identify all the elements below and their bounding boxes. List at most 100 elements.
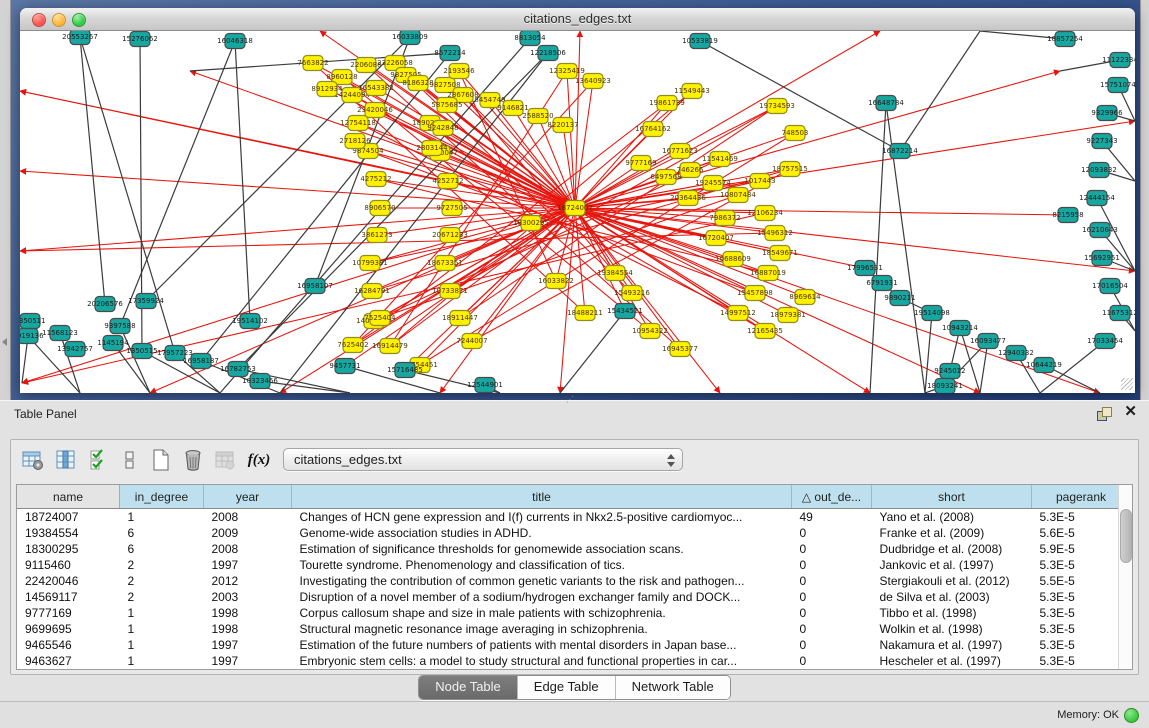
network-node-teal[interactable]: 9329966 (1091, 106, 1123, 121)
network-node-teal[interactable]: 17016504 (1092, 279, 1128, 294)
network-node-teal[interactable]: 16093477 (970, 334, 1006, 349)
float-panel-icon[interactable] (1097, 407, 1111, 420)
network-node-teal[interactable]: 20206576 (87, 297, 123, 312)
table-row[interactable]: 1456911722003Disruption of a novel membe… (17, 589, 1131, 605)
network-node-yellow[interactable]: 18979381 (770, 308, 806, 323)
function-icon[interactable]: f(x) (247, 448, 271, 472)
network-node-teal[interactable]: 12444154 (1079, 191, 1115, 206)
network-node-yellow[interactable]: 11541469 (702, 152, 738, 167)
row-height-icon[interactable] (118, 448, 142, 472)
network-node-yellow[interactable]: 3861273 (361, 228, 392, 243)
network-node-yellow[interactable]: 9727505 (436, 201, 467, 216)
network-node-yellow[interactable]: 9777169 (625, 156, 656, 171)
table-row[interactable]: 1872400712008Changes of HCN gene express… (17, 509, 1131, 526)
network-node-teal[interactable]: 15434521 (607, 304, 643, 319)
network-node-yellow[interactable]: 8969614 (789, 290, 821, 305)
table-row[interactable]: 1830029562008Estimation of significance … (17, 541, 1131, 557)
network-node-teal[interactable]: 8215958 (1052, 208, 1083, 223)
network-node-teal[interactable]: 10533819 (682, 34, 718, 49)
table-scrollbar[interactable] (1118, 485, 1132, 669)
network-node-yellow[interactable]: 19734593 (759, 99, 795, 114)
network-node-yellow[interactable]: 18911447 (442, 311, 478, 326)
network-node-yellow[interactable]: 18488211 (567, 306, 603, 321)
network-node-yellow[interactable]: 15496312 (757, 226, 793, 241)
column-header-in_degree[interactable]: in_degree (120, 485, 204, 509)
column-header-out_de[interactable]: △ out_de... (792, 485, 872, 509)
table-row[interactable]: 946362711997Embryonic stem cells: a mode… (17, 653, 1131, 669)
network-node-yellow[interactable]: 746266 (677, 163, 704, 178)
select-all-check-icon[interactable] (87, 448, 111, 472)
column-header-short[interactable]: short (872, 485, 1032, 509)
network-node-yellow[interactable]: 16771623 (662, 144, 698, 159)
network-node-teal[interactable]: 1145194 (97, 336, 129, 351)
network-node-yellow[interactable]: 19861739 (649, 96, 685, 111)
column-header-title[interactable]: title (292, 485, 792, 509)
network-node-yellow[interactable]: 12106234 (747, 206, 783, 221)
network-node-teal[interactable]: 16958107 (297, 279, 333, 294)
network-node-teal[interactable]: 6791931 (866, 276, 897, 291)
network-node-teal[interactable]: 9227343 (1086, 134, 1117, 149)
window-resize-grip[interactable] (1121, 378, 1133, 390)
network-node-yellow[interactable]: 7625402 (337, 338, 368, 353)
network-node-teal[interactable]: 12940332 (998, 346, 1034, 361)
table-row[interactable]: 911546021997Tourette syndrome. Phenomeno… (17, 557, 1131, 573)
network-node-teal[interactable]: 16872214 (882, 144, 918, 159)
network-node-teal[interactable]: 16210643 (1082, 223, 1118, 238)
network-node-teal[interactable]: 3919136 (20, 329, 44, 344)
tab-network-table[interactable]: Network Table (616, 676, 730, 699)
tab-node-table[interactable]: Node Table (419, 676, 518, 699)
network-node-yellow[interactable]: 7244007 (456, 334, 487, 349)
network-node-yellow[interactable]: 16720407 (698, 231, 734, 246)
network-node-teal[interactable]: 15751074 (1100, 78, 1135, 93)
network-node-teal[interactable]: 12093832 (1081, 163, 1117, 178)
network-node-teal[interactable]: 10943214 (942, 321, 978, 336)
network-node-teal[interactable]: 20553267 (62, 31, 98, 45)
network-node-yellow[interactable]: 748503 (782, 126, 809, 141)
table-selector-dropdown[interactable]: citations_edges.txt (283, 448, 683, 471)
column-header-name[interactable]: name (17, 485, 120, 509)
network-node-yellow[interactable]: 4275212 (360, 172, 391, 187)
network-node-teal[interactable]: 12218506 (530, 46, 566, 61)
network-node-teal[interactable]: 10323466 (242, 374, 278, 389)
network-node-yellow[interactable]: 16945377 (662, 342, 698, 357)
network-node-yellow[interactable]: 10799381 (352, 256, 388, 271)
network-node-yellow[interactable]: 16914479 (372, 339, 408, 354)
network-node-teal[interactable]: 16648784 (868, 96, 904, 111)
network-node-teal[interactable]: 15276062 (122, 32, 158, 47)
new-document-icon[interactable] (149, 448, 173, 472)
table-row[interactable]: 2242004622012Investigating the contribut… (17, 573, 1131, 589)
column-header-year[interactable]: year (204, 485, 292, 509)
network-node-teal[interactable]: 11568123 (42, 326, 78, 341)
network-node-yellow[interactable]: 11549443 (674, 84, 710, 99)
network-node-teal[interactable]: 9397588 (104, 319, 135, 334)
network-node-teal[interactable]: 17033454 (1087, 334, 1123, 349)
network-node-teal[interactable]: 16033809 (392, 31, 428, 45)
network-node-teal[interactable]: 9245012 (934, 364, 965, 379)
table-row[interactable]: 946554611997Estimation of the future num… (17, 637, 1131, 653)
network-node-teal[interactable]: 11122334 (1102, 53, 1135, 68)
network-node-teal[interactable]: 16046318 (217, 34, 253, 49)
network-node-yellow[interactable]: 15457898 (737, 286, 773, 301)
network-node-yellow[interactable]: 7663822 (297, 56, 328, 71)
network-node-teal[interactable]: 8813054 (514, 31, 546, 46)
network-node-yellow[interactable]: 2193546 (443, 64, 475, 79)
network-node-yellow[interactable]: 15493216 (614, 286, 650, 301)
network-node-yellow[interactable]: 12165435 (747, 324, 783, 339)
show-columns-icon[interactable] (54, 448, 78, 472)
network-node-teal[interactable]: 11675312 (1102, 306, 1135, 321)
network-node-teal[interactable]: 10644219 (1026, 358, 1062, 373)
network-node-teal[interactable]: 13942757 (57, 342, 93, 357)
network-node-teal[interactable]: 18857254 (1047, 32, 1083, 47)
table-settings-icon[interactable] (21, 448, 45, 472)
network-node-teal[interactable]: 17359924 (128, 294, 164, 309)
column-header-pagerank[interactable]: pagerank (1032, 485, 1131, 509)
network-node-teal[interactable]: 12544901 (467, 378, 503, 393)
table-row[interactable]: 1938455462009Genome-wide association stu… (17, 525, 1131, 541)
delete-trash-icon[interactable] (181, 448, 205, 472)
network-canvas[interactable]: 1872400797771696497568746266192455741080… (20, 31, 1135, 393)
network-node-teal[interactable]: 8572214 (434, 46, 466, 61)
close-panel-icon[interactable]: ✕ (1124, 404, 1137, 420)
network-node-yellow[interactable]: 1017443 (744, 174, 775, 189)
table-row[interactable]: 969969511998Structural magnetic resonanc… (17, 621, 1131, 637)
splitter-grip[interactable]: ⋰ (566, 397, 575, 403)
